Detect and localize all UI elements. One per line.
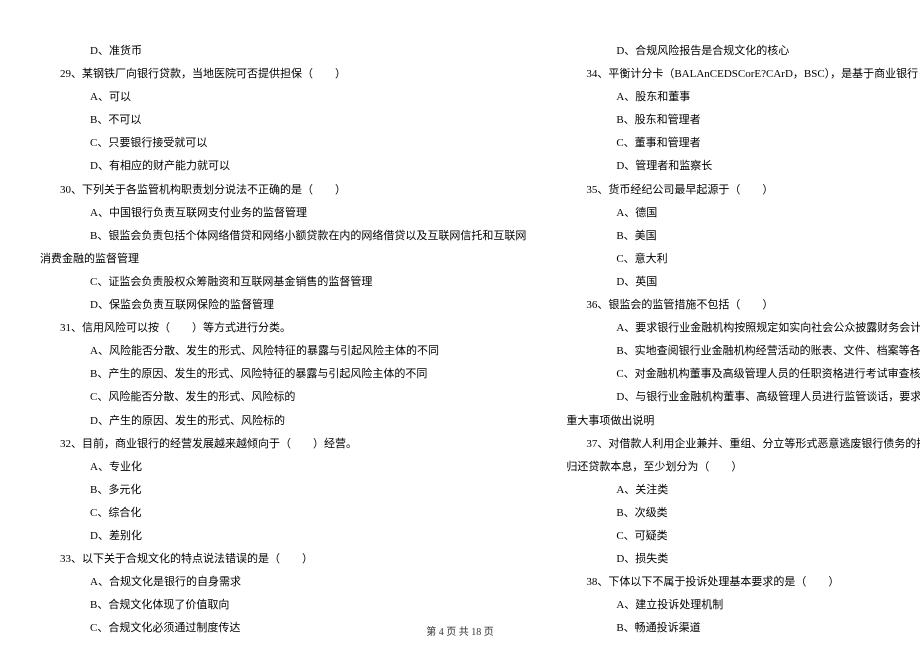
left-line-22: 33、以下关于合规文化的特点说法错误的是（ ）: [40, 548, 526, 571]
left-line-11: D、保监会负责互联网保险的监督管理: [40, 294, 526, 317]
left-line-9: 消费金融的监督管理: [40, 248, 526, 271]
page-footer: 第 4 页 共 18 页: [0, 623, 920, 638]
left-line-14: B、产生的原因、发生的形式、风险特征的暴露与引起风险主体的不同: [40, 363, 526, 386]
right-line-24: A、建立投诉处理机制: [566, 594, 920, 617]
left-line-1: 29、某钢铁厂向银行贷款，当地医院可否提供担保（ ）: [40, 63, 526, 86]
right-line-3: B、股东和管理者: [566, 109, 920, 132]
left-line-7: A、中国银行负责互联网支付业务的监督管理: [40, 202, 526, 225]
right-line-15: D、与银行业金融机构董事、高级管理人员进行监管谈话，要求其就业务活动和风险管理的: [566, 386, 920, 409]
right-line-1: 34、平衡计分卡（BALAnCEDSCorE?CArD，BSC），是基于商业银行…: [566, 63, 920, 86]
left-line-0: D、准货币: [40, 40, 526, 63]
left-line-12: 31、信用风险可以按（ ）等方式进行分类。: [40, 317, 526, 340]
right-line-12: A、要求银行业金融机构按照规定如实向社会公众披露财务会计报告: [566, 317, 920, 340]
right-line-4: C、董事和管理者: [566, 132, 920, 155]
right-line-19: A、关注类: [566, 479, 920, 502]
right-line-16: 重大事项做出说明: [566, 410, 920, 433]
left-line-15: C、风险能否分散、发生的形式、风险标的: [40, 386, 526, 409]
left-line-13: A、风险能否分散、发生的形式、风险特征的暴露与引起风险主体的不同: [40, 340, 526, 363]
right-line-6: 35、货币经纪公司最早起源于（ ）: [566, 179, 920, 202]
left-line-17: 32、目前，商业银行的经营发展越来越倾向于（ ）经营。: [40, 433, 526, 456]
left-line-10: C、证监会负责股权众筹融资和互联网基金销售的监督管理: [40, 271, 526, 294]
left-column: D、准货币29、某钢铁厂向银行贷款，当地医院可否提供担保（ ）A、可以B、不可以…: [20, 40, 546, 590]
right-line-2: A、股东和董事: [566, 86, 920, 109]
left-line-24: B、合规文化体现了价值取向: [40, 594, 526, 617]
left-line-3: B、不可以: [40, 109, 526, 132]
left-line-21: D、差别化: [40, 525, 526, 548]
left-line-5: D、有相应的财产能力就可以: [40, 155, 526, 178]
right-line-11: 36、银监会的监管措施不包括（ ）: [566, 294, 920, 317]
left-line-19: B、多元化: [40, 479, 526, 502]
right-column: D、合规风险报告是合规文化的核心34、平衡计分卡（BALAnCEDSCorE?C…: [546, 40, 920, 590]
left-line-8: B、银监会负责包括个体网络借贷和网络小额贷款在内的网络借贷以及互联网信托和互联网: [40, 225, 526, 248]
right-line-10: D、英国: [566, 271, 920, 294]
right-line-0: D、合规风险报告是合规文化的核心: [566, 40, 920, 63]
left-line-16: D、产生的原因、发生的形式、风险标的: [40, 410, 526, 433]
right-line-5: D、管理者和监察长: [566, 155, 920, 178]
left-line-6: 30、下列关于各监管机构职责划分说法不正确的是（ ）: [40, 179, 526, 202]
right-line-9: C、意大利: [566, 248, 920, 271]
right-line-7: A、德国: [566, 202, 920, 225]
right-line-13: B、实地查阅银行业金融机构经营活动的账表、文件、档案等各种资料: [566, 340, 920, 363]
right-line-21: C、可疑类: [566, 525, 920, 548]
right-line-14: C、对金融机构董事及高级管理人员的任职资格进行考试审查核准: [566, 363, 920, 386]
left-line-20: C、综合化: [40, 502, 526, 525]
left-line-2: A、可以: [40, 86, 526, 109]
right-line-18: 归还贷款本息，至少划分为（ ）: [566, 456, 920, 479]
right-line-23: 38、下体以下不属于投诉处理基本要求的是（ ）: [566, 571, 920, 594]
left-line-18: A、专业化: [40, 456, 526, 479]
left-line-4: C、只要银行接受就可以: [40, 132, 526, 155]
right-line-22: D、损失类: [566, 548, 920, 571]
left-line-23: A、合规文化是银行的自身需求: [40, 571, 526, 594]
right-line-17: 37、对借款人利用企业兼并、重组、分立等形式恶意逃废银行债务的授信余额，如没有逾…: [566, 433, 920, 456]
page-container: D、准货币29、某钢铁厂向银行贷款，当地医院可否提供担保（ ）A、可以B、不可以…: [0, 0, 920, 620]
right-line-20: B、次级类: [566, 502, 920, 525]
right-line-8: B、美国: [566, 225, 920, 248]
